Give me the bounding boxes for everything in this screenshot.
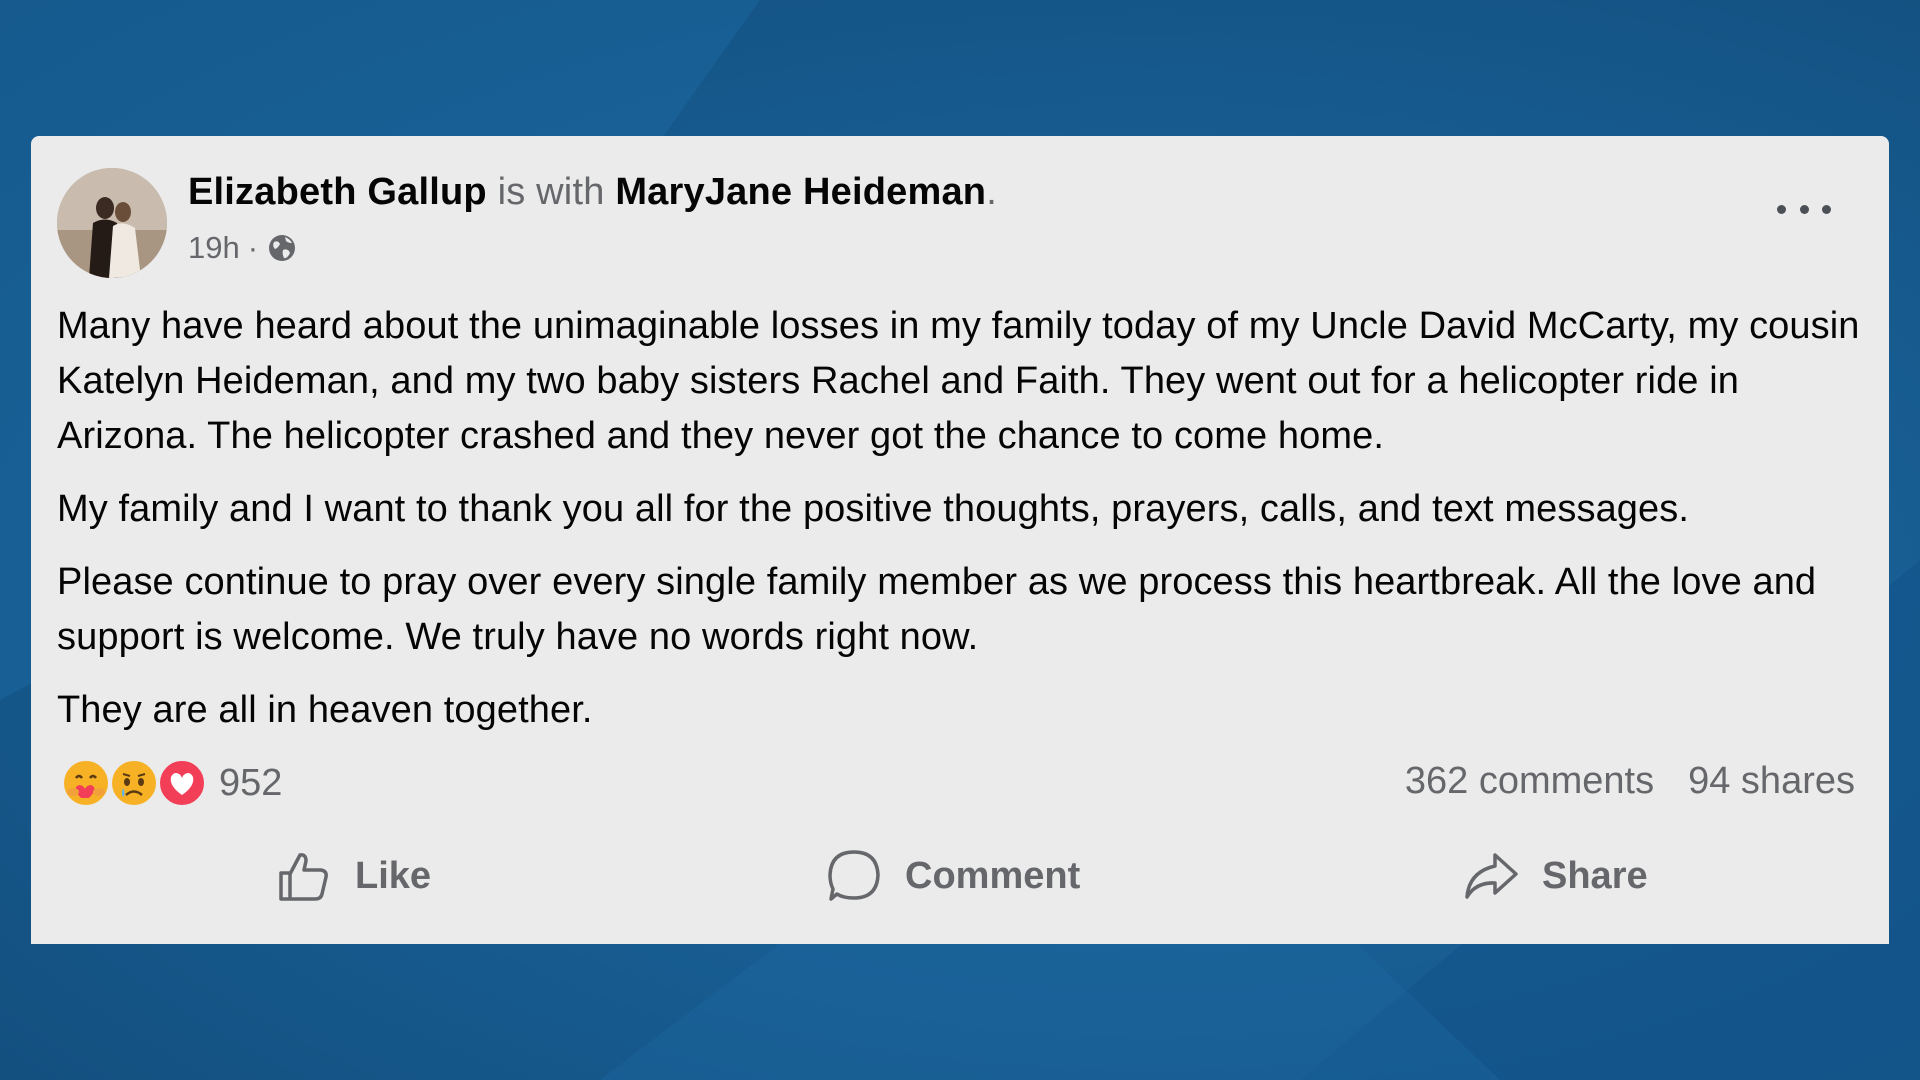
facebook-post-card: Elizabeth Gallup is with MaryJane Heidem… <box>31 136 1889 944</box>
post-header: Elizabeth Gallup is with MaryJane Heidem… <box>188 171 997 214</box>
meta-separator: · <box>247 230 259 265</box>
comments-count[interactable]: 362 comments <box>1405 760 1654 803</box>
author-avatar[interactable] <box>57 168 167 278</box>
share-label: Share <box>1542 854 1648 897</box>
post-time[interactable]: 19h <box>188 230 240 266</box>
globe-icon[interactable] <box>266 232 298 264</box>
post-stats: 362 comments 94 shares <box>1405 760 1855 803</box>
like-button[interactable]: Like <box>275 836 431 916</box>
reactions-summary[interactable]: 952 <box>61 758 282 808</box>
post-paragraph: Many have heard about the unimaginable l… <box>57 305 1860 457</box>
sad-icon <box>109 758 159 808</box>
comment-bubble-icon <box>825 847 883 905</box>
post-text: Many have heard about the unimaginable l… <box>57 299 1867 756</box>
comment-button[interactable]: Comment <box>825 836 1080 916</box>
action-bar: Like Comment Share <box>31 836 1889 916</box>
tagged-name[interactable]: MaryJane Heideman <box>615 171 986 213</box>
more-options-icon[interactable] <box>1777 194 1831 224</box>
share-arrow-icon <box>1462 847 1520 905</box>
post-meta: 19h · <box>188 230 298 266</box>
reaction-count: 952 <box>219 761 283 804</box>
comment-label: Comment <box>905 854 1081 897</box>
like-label: Like <box>355 854 432 897</box>
shares-count[interactable]: 94 shares <box>1688 760 1855 803</box>
post-paragraph: They are all in heaven together. <box>57 689 593 731</box>
post-paragraph: My family and I want to thank you all fo… <box>57 488 1690 530</box>
post-paragraph: Please continue to pray over every singl… <box>57 561 1817 658</box>
love-icon <box>157 758 207 808</box>
header-period: . <box>986 171 997 213</box>
thumbs-up-icon <box>275 847 333 905</box>
share-button[interactable]: Share <box>1462 836 1648 916</box>
care-icon <box>61 758 111 808</box>
with-text: is with <box>497 171 605 213</box>
author-name[interactable]: Elizabeth Gallup <box>188 171 487 213</box>
